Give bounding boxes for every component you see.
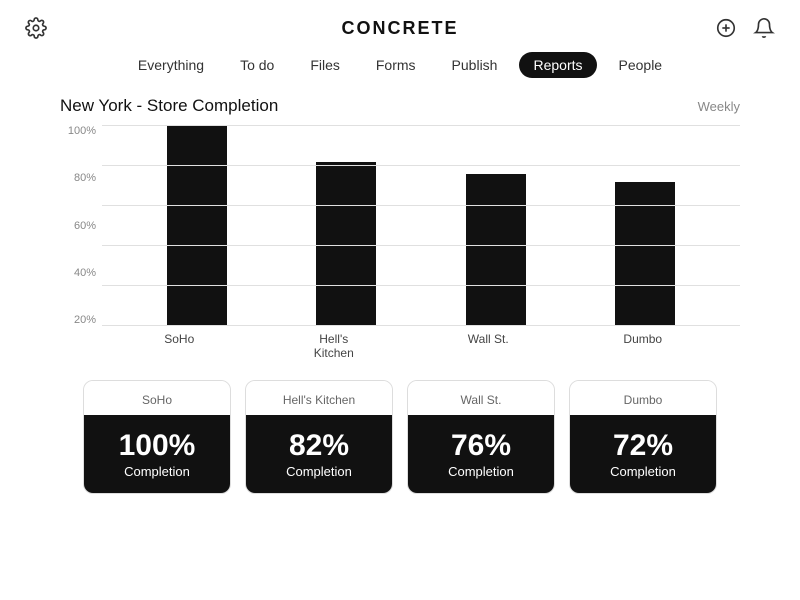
header-left bbox=[24, 16, 48, 40]
y-axis-label: 100% bbox=[60, 126, 96, 137]
card-stats: 72% Completion bbox=[570, 415, 716, 493]
chart-period: Weekly bbox=[698, 99, 740, 114]
card-label: Completion bbox=[254, 464, 384, 479]
chart-area: 20% 40% 60% 80% 100% bbox=[60, 126, 740, 326]
nav-item-files[interactable]: Files bbox=[296, 52, 354, 78]
nav-item-forms[interactable]: Forms bbox=[362, 52, 430, 78]
grid-line bbox=[102, 285, 740, 286]
header-right bbox=[714, 16, 776, 40]
card-stats: 76% Completion bbox=[408, 415, 554, 493]
completion-card: Wall St. 76% Completion bbox=[407, 380, 555, 494]
cards-row: SoHo 100% Completion Hell's Kitchen 82% Compl… bbox=[60, 380, 740, 494]
add-icon[interactable] bbox=[714, 16, 738, 40]
card-location: SoHo bbox=[84, 381, 230, 415]
x-axis-labels: SoHo Hell's Kitchen Wall St. Dumbo bbox=[60, 326, 740, 360]
nav-item-everything[interactable]: Everything bbox=[124, 52, 218, 78]
card-location: Dumbo bbox=[570, 381, 716, 415]
card-percentage: 76% bbox=[416, 429, 546, 462]
nav-item-reports[interactable]: Reports bbox=[519, 52, 596, 78]
notification-icon[interactable] bbox=[752, 16, 776, 40]
card-label: Completion bbox=[92, 464, 222, 479]
app-title: CONCRETE bbox=[341, 18, 458, 39]
nav-item-to-do[interactable]: To do bbox=[226, 52, 288, 78]
card-label: Completion bbox=[578, 464, 708, 479]
y-axis-label: 80% bbox=[60, 173, 96, 184]
card-location: Hell's Kitchen bbox=[246, 381, 392, 415]
main-nav: Everything To do Files Forms Publish Reports P… bbox=[0, 40, 800, 86]
grid-line bbox=[102, 205, 740, 206]
card-percentage: 100% bbox=[92, 429, 222, 462]
card-location: Wall St. bbox=[408, 381, 554, 415]
y-axis-label: 40% bbox=[60, 268, 96, 279]
gear-icon[interactable] bbox=[24, 16, 48, 40]
card-percentage: 82% bbox=[254, 429, 384, 462]
y-axis-label: 60% bbox=[60, 221, 96, 232]
grid-line bbox=[102, 165, 740, 166]
card-label: Completion bbox=[416, 464, 546, 479]
main-content: New York - Store Completion Weekly 20% 40… bbox=[0, 86, 800, 494]
grid-line bbox=[102, 325, 740, 326]
card-stats: 82% Completion bbox=[246, 415, 392, 493]
x-axis-label: Wall St. bbox=[458, 332, 518, 360]
x-axis-label: SoHo bbox=[149, 332, 209, 360]
grid-line bbox=[102, 245, 740, 246]
card-percentage: 72% bbox=[578, 429, 708, 462]
x-axis-label: Dumbo bbox=[613, 332, 673, 360]
card-stats: 100% Completion bbox=[84, 415, 230, 493]
grid-line bbox=[102, 125, 740, 126]
nav-item-publish[interactable]: Publish bbox=[438, 52, 512, 78]
chart-title: New York - Store Completion bbox=[60, 96, 278, 116]
chart-header: New York - Store Completion Weekly bbox=[60, 96, 740, 116]
completion-card: Hell's Kitchen 82% Completion bbox=[245, 380, 393, 494]
nav-item-people[interactable]: People bbox=[605, 52, 677, 78]
grid-lines bbox=[102, 126, 740, 326]
bar-chart: 20%40%60%80%100% SoHoHell's KitchenWall … bbox=[60, 126, 740, 356]
completion-card: SoHo 100% Completion bbox=[83, 380, 231, 494]
header: CONCRETE bbox=[0, 0, 800, 40]
y-axis: 20% 40% 60% 80% 100% bbox=[60, 126, 96, 326]
y-axis-label: 20% bbox=[60, 315, 96, 326]
completion-card: Dumbo 72% Completion bbox=[569, 380, 717, 494]
x-axis-label: Hell's Kitchen bbox=[304, 332, 364, 360]
